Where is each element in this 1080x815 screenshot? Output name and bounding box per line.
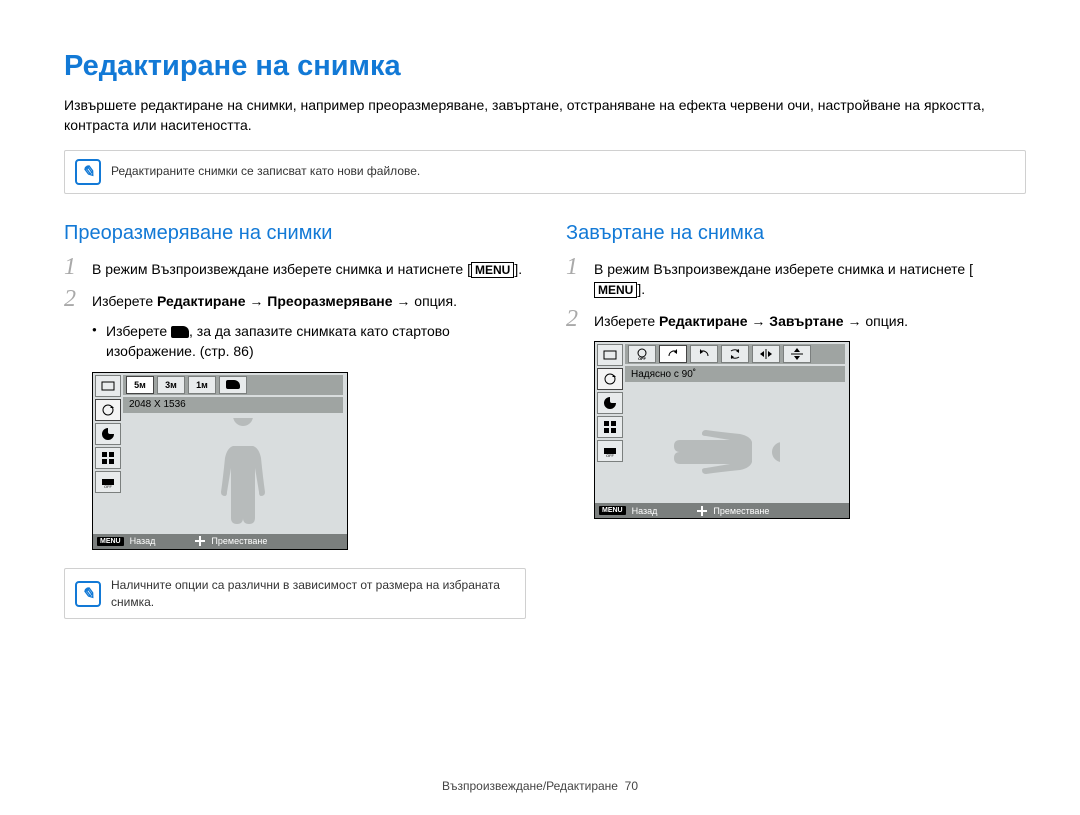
lcd-side-rotate-icon <box>597 368 623 390</box>
step-number: 2 <box>566 307 594 331</box>
lcd-back-label: Назад <box>632 506 658 516</box>
intro-text: Извършете редактиране на снимки, наприме… <box>64 95 1016 136</box>
t: опция. <box>865 313 908 329</box>
arrow-icon: → <box>249 293 263 309</box>
lcd-side-grid-icon <box>95 447 121 469</box>
t: Изберете <box>92 293 157 309</box>
t: Изберете <box>594 313 659 329</box>
step-number: 1 <box>566 255 594 279</box>
step-1-left-b: ]. <box>514 261 522 277</box>
rot-180-icon <box>721 345 749 363</box>
camera-lcd-resize: OFF 5ᴍ 3ᴍ 1ᴍ 2048 X 1536 MENU Назад <box>92 372 348 550</box>
menu-label-icon: MENU <box>594 282 637 298</box>
svg-text:OFF: OFF <box>638 356 647 360</box>
note-icon: ✎ <box>75 159 101 185</box>
note-text-2: Наличните опции са различни в зависимост… <box>111 577 515 611</box>
note-icon: ✎ <box>75 581 101 607</box>
arrow-icon: → <box>396 293 410 309</box>
lcd-side-grid-icon <box>597 416 623 438</box>
lcd-side-resize-icon <box>95 375 121 397</box>
sub-bullet-left: Изберете , за да запазите снимката като … <box>92 321 526 362</box>
note-box-2: ✎ Наличните опции са различни в зависимо… <box>64 568 526 620</box>
lcd-menu-badge: MENU <box>599 506 626 515</box>
lcd-side-palette-icon <box>95 423 121 445</box>
t: Преоразмеряване <box>267 293 392 309</box>
flip-h-icon <box>752 345 780 363</box>
t: Редактиране <box>157 293 246 309</box>
lcd-side-rotate-icon <box>95 399 121 421</box>
lcd-label-left: 2048 X 1536 <box>123 397 343 413</box>
step-1-left-a: В режим Възпроизвеждане изберете снимка … <box>92 261 471 277</box>
arrow-icon: → <box>751 313 765 329</box>
footer-section: Възпроизвеждане/Редактиране <box>442 779 618 793</box>
arrow-icon: → <box>847 313 861 329</box>
step-2-left: Изберете Редактиране → Преоразмеряване →… <box>92 289 526 311</box>
svg-text:OFF: OFF <box>104 484 113 489</box>
step-number: 1 <box>64 255 92 279</box>
rot-left-90-icon <box>690 345 718 363</box>
t: Редактиране <box>659 313 748 329</box>
lcd-move-label: Преместване <box>211 536 267 546</box>
photo-silhouette-icon <box>203 418 283 528</box>
t: Завъртане <box>769 313 843 329</box>
lcd-opt-3m: 3ᴍ <box>157 376 185 394</box>
step-number: 2 <box>64 287 92 311</box>
note-text-1: Редактираните снимки се записват като но… <box>111 163 420 180</box>
photo-silhouette-icon <box>670 412 780 492</box>
note-box-1: ✎ Редактираните снимки се записват като … <box>64 150 1026 194</box>
svg-text:OFF: OFF <box>606 453 615 458</box>
lcd-opt-5m: 5ᴍ <box>126 376 154 394</box>
step-1-left: В режим Възпроизвеждане изберете снимка … <box>92 257 526 279</box>
t: Изберете <box>106 323 171 339</box>
t: ]. <box>637 281 645 297</box>
lcd-opt-startup <box>219 376 247 394</box>
section-heading-resize: Преоразмеряване на снимки <box>64 222 526 245</box>
camera-lcd-rotate: OFF OFF Надясно с 90˚ MENU Назад <box>594 341 850 519</box>
flip-v-icon <box>783 345 811 363</box>
rot-off-icon: OFF <box>628 345 656 363</box>
footer-page-number: 70 <box>625 779 638 793</box>
lcd-side-resize-icon <box>597 344 623 366</box>
t: опция. <box>414 293 457 309</box>
lcd-side-adjust-icon: OFF <box>95 471 121 493</box>
step-1-right: В режим Възпроизвеждане изберете снимка … <box>594 257 1016 300</box>
lcd-back-label: Назад <box>130 536 156 546</box>
startup-image-icon <box>171 326 189 338</box>
lcd-menu-badge: MENU <box>97 537 124 546</box>
page-footer: Възпроизвеждане/Редактиране 70 <box>0 779 1080 793</box>
lcd-opt-1m: 1ᴍ <box>188 376 216 394</box>
lcd-label-right: Надясно с 90˚ <box>625 366 845 382</box>
section-heading-rotate: Завъртане на снимка <box>566 222 1016 245</box>
rot-right-90-icon <box>659 345 687 363</box>
page-title: Редактиране на снимка <box>64 50 1016 83</box>
step-2-right: Изберете Редактиране → Завъртане → опция… <box>594 309 1016 331</box>
menu-label-icon: MENU <box>471 262 514 278</box>
lcd-move-label: Преместване <box>713 506 769 516</box>
t: В режим Възпроизвеждане изберете снимка … <box>594 261 973 277</box>
lcd-side-palette-icon <box>597 392 623 414</box>
nav-cross-icon <box>195 536 205 546</box>
lcd-side-adjust-icon: OFF <box>597 440 623 462</box>
nav-cross-icon <box>697 506 707 516</box>
